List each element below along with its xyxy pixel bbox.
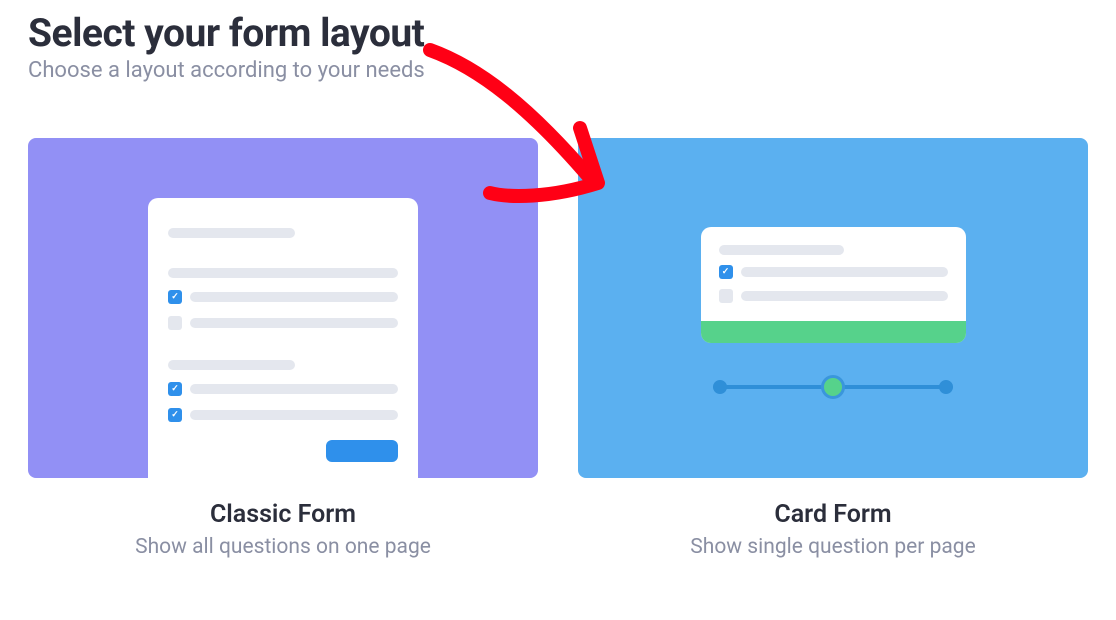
placeholder-line [190,318,398,328]
placeholder-line [719,245,845,255]
form-row: ✓ [168,382,398,396]
progress-dot [713,380,727,394]
option-card-title: Card Form [578,500,1088,529]
checkbox-checked-icon: ✓ [168,290,182,304]
checkbox-unchecked-icon [168,316,182,330]
form-sheet-illustration: ✓ ✓ ✓ [148,198,418,478]
submit-button-illustration [326,440,398,462]
option-classic-description: Show all questions on one page [28,535,538,559]
progress-dot-active [821,375,845,399]
option-classic-title: Classic Form [28,500,538,529]
form-row [168,316,398,330]
checkbox-unchecked-icon [719,289,733,303]
form-row: ✓ [168,290,398,304]
page-subtitle: Choose a layout according to your needs [28,58,1088,83]
preview-classic: ✓ ✓ ✓ [28,138,538,478]
placeholder-line [190,410,398,420]
card-illustration: ✓ [701,227,966,343]
page-header: Select your form layout Choose a layout … [28,10,1088,83]
preview-card: ✓ [578,138,1088,478]
placeholder-line [190,384,398,394]
card-action-bar [701,321,966,343]
placeholder-line [168,268,398,278]
placeholder-line [168,360,295,370]
checkbox-checked-icon: ✓ [719,265,733,279]
checkbox-checked-icon: ✓ [168,408,182,422]
progress-dot [939,380,953,394]
option-card-description: Show single question per page [578,535,1088,559]
form-row: ✓ [168,408,398,422]
progress-track [713,385,953,389]
form-row [719,289,948,303]
placeholder-line [190,292,398,302]
placeholder-line [741,291,948,301]
placeholder-line [168,228,295,238]
checkbox-checked-icon: ✓ [168,382,182,396]
form-row: ✓ [719,265,948,279]
layout-options: ✓ ✓ ✓ Classic Form [28,138,1088,559]
placeholder-line [741,267,948,277]
option-card-form[interactable]: ✓ Card Form Show single question per pag… [578,138,1088,559]
option-classic-form[interactable]: ✓ ✓ ✓ Classic Form [28,138,538,559]
page-title: Select your form layout [28,10,1088,56]
